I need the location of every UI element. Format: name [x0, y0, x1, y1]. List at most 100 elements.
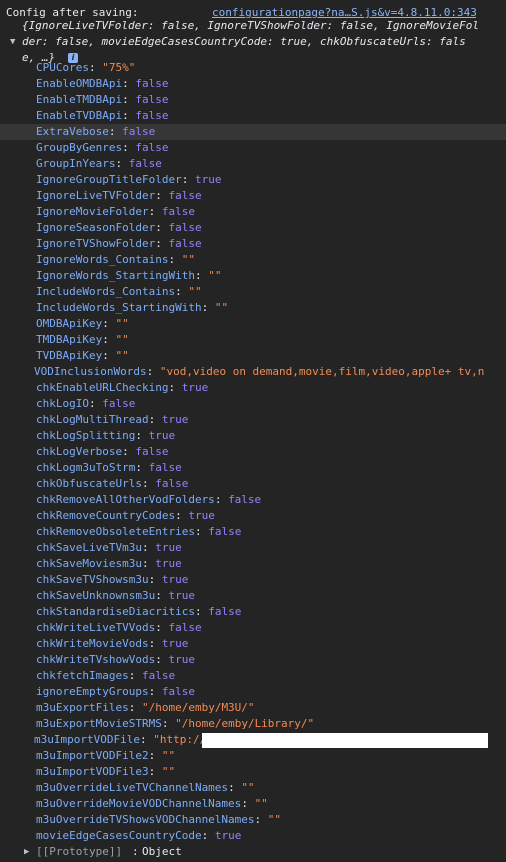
property-content: TMDBApiKey: "": [36, 332, 129, 348]
property-content: chkSaveLiveTVm3u: true: [36, 540, 182, 556]
property-value: false: [161, 685, 195, 698]
collapse-triangle-icon[interactable]: ▼: [10, 34, 18, 50]
source-location-link[interactable]: configurationpage?na…S.js&v=4.8.11.0:343: [212, 5, 476, 18]
property-value: "": [161, 749, 176, 762]
property-content: chkLogm3uToStrm: false: [36, 460, 182, 476]
property-content: ExtraVebose: false: [36, 124, 155, 140]
property-row[interactable]: IgnoreWords_Contains: "": [0, 252, 506, 268]
property-key: EnableOMDBApi: [36, 77, 123, 90]
property-colon: :: [148, 205, 162, 218]
property-key: VODInclusionWords: [34, 365, 147, 378]
property-row[interactable]: ExtraVebose: false: [0, 124, 506, 140]
property-row[interactable]: VODInclusionWords: "vod,video on demand,…: [0, 364, 506, 380]
property-row[interactable]: IgnoreLiveTVFolder: false: [0, 188, 506, 204]
property-row[interactable]: m3uExportFiles: "/home/emby/M3U/": [0, 700, 506, 716]
property-row[interactable]: chkWriteMovieVods: true: [0, 636, 506, 652]
property-row[interactable]: EnableTMDBApi: false: [0, 92, 506, 108]
property-row[interactable]: GroupByGenres: false: [0, 140, 506, 156]
property-value: true: [148, 429, 176, 442]
property-row[interactable]: chkSaveLiveTVm3u: true: [0, 540, 506, 556]
property-row[interactable]: m3uExportMovieSTRMS: "/home/emby/Library…: [0, 716, 506, 732]
property-value: false: [168, 189, 202, 202]
property-value: false: [168, 621, 202, 634]
property-key: chkLogSplitting: [36, 429, 136, 442]
property-row[interactable]: movieEdgeCasesCountryCode: true: [0, 828, 506, 844]
property-row[interactable]: EnableTVDBApi: false: [0, 108, 506, 124]
property-row[interactable]: IgnoreTVShowFolder: false: [0, 236, 506, 252]
property-colon: :: [122, 93, 136, 106]
property-key: chkWriteLiveTVVods: [36, 621, 156, 634]
property-colon: :: [155, 237, 169, 250]
property-row[interactable]: chkWriteLiveTVVods: false: [0, 620, 506, 636]
property-row[interactable]: IncludeWords_Contains: "": [0, 284, 506, 300]
property-key: EnableTVDBApi: [36, 109, 123, 122]
property-key: CPUCores: [36, 61, 89, 74]
property-value: true: [181, 381, 209, 394]
property-row[interactable]: m3uOverrideLiveTVChannelNames: "": [0, 780, 506, 796]
property-row[interactable]: m3uImportVODFile3: "": [0, 764, 506, 780]
property-colon: :: [115, 157, 129, 170]
property-value: false: [128, 157, 162, 170]
property-row[interactable]: chkLogSplitting: true: [0, 428, 506, 444]
property-content: GroupInYears: false: [36, 156, 162, 172]
property-row[interactable]: chkRemoveCountryCodes: true: [0, 508, 506, 524]
property-row[interactable]: chkEnableURLChecking: true: [0, 380, 506, 396]
property-row[interactable]: chkLogm3uToStrm: false: [0, 460, 506, 476]
expand-triangle-icon[interactable]: ▶: [24, 844, 32, 860]
property-value: true: [168, 653, 195, 666]
property-row[interactable]: chkObfuscateUrls: false: [0, 476, 506, 492]
property-key: chkWriteTVshowVods: [36, 653, 156, 666]
property-colon: :: [108, 125, 123, 138]
property-row[interactable]: m3uImportVODFile2: "": [0, 748, 506, 764]
property-row[interactable]: m3uOverrideTVShowsVODChannelNames: "": [0, 812, 506, 828]
property-colon: :: [148, 749, 162, 762]
object-preview-line-1[interactable]: {IgnoreLiveTVFolder: false, IgnoreTVShow…: [0, 18, 506, 34]
property-value: "": [188, 285, 202, 298]
property-row[interactable]: IgnoreGroupTitleFolder: true: [0, 172, 506, 188]
property-row[interactable]: m3uOverrideMovieVODChannelNames: "": [0, 796, 506, 812]
property-key: IgnoreGroupTitleFolder: [36, 173, 182, 186]
property-row[interactable]: OMDBApiKey: "": [0, 316, 506, 332]
prototype-value: Object: [142, 845, 182, 858]
property-row[interactable]: CPUCores: "75%": [0, 60, 506, 76]
property-row[interactable]: chkSaveMoviesm3u: true: [0, 556, 506, 572]
property-row[interactable]: chkSaveUnknownsm3u: true: [0, 588, 506, 604]
property-content: TVDBApiKey: "": [36, 348, 129, 364]
property-row[interactable]: chkLogVerbose: false: [0, 444, 506, 460]
property-content: chkLogMultiThread: true: [36, 412, 188, 428]
property-content: chkObfuscateUrls: false: [36, 476, 188, 492]
property-content: chkfetchImages: false: [36, 668, 175, 684]
property-row[interactable]: IncludeWords_StartingWith: "": [0, 300, 506, 316]
property-row[interactable]: IgnoreMovieFolder: false: [0, 204, 506, 220]
property-value: "vod,video on demand,movie,film,video,ap…: [159, 365, 485, 378]
property-colon: :: [241, 797, 255, 810]
property-row[interactable]: chkSaveTVShowsm3u: true: [0, 572, 506, 588]
property-row[interactable]: ignoreEmptyGroups: false: [0, 684, 506, 700]
property-row[interactable]: IgnoreSeasonFolder: false: [0, 220, 506, 236]
property-key: IncludeWords_StartingWith: [36, 301, 202, 314]
property-content: chkWriteTVshowVods: true: [36, 652, 195, 668]
property-row[interactable]: chkRemoveObsoleteEntries: false: [0, 524, 506, 540]
property-row[interactable]: chkRemoveAllOtherVodFolders: false: [0, 492, 506, 508]
object-preview-line-2[interactable]: ▼ der: false, movieEdgeCasesCountryCode:…: [0, 34, 506, 50]
property-colon: :: [175, 285, 189, 298]
property-content: EnableOMDBApi: false: [36, 76, 168, 92]
property-row[interactable]: TMDBApiKey: "": [0, 332, 506, 348]
property-row[interactable]: TVDBApiKey: "": [0, 348, 506, 364]
property-content: IgnoreTVShowFolder: false: [36, 236, 202, 252]
property-row[interactable]: chkWriteTVshowVods: true: [0, 652, 506, 668]
property-row[interactable]: chkfetchImages: false: [0, 668, 506, 684]
property-colon: :: [139, 733, 154, 746]
property-row[interactable]: GroupInYears: false: [0, 156, 506, 172]
property-row[interactable]: chkLogMultiThread: true: [0, 412, 506, 428]
property-row[interactable]: EnableOMDBApi: false: [0, 76, 506, 92]
property-row[interactable]: IgnoreWords_StartingWith: "": [0, 268, 506, 284]
property-row[interactable]: chkStandardiseDiacritics: false: [0, 604, 506, 620]
property-content: chkLogVerbose: false: [36, 444, 168, 460]
prototype-row[interactable]: ▶ [[Prototype]] : Object: [0, 844, 506, 860]
property-key: chkSaveUnknownsm3u: [36, 589, 156, 602]
property-colon: :: [194, 605, 209, 618]
property-content: IgnoreMovieFolder: false: [36, 204, 195, 220]
property-content: chkEnableURLChecking: true: [36, 380, 208, 396]
property-row[interactable]: chkLogIO: false: [0, 396, 506, 412]
